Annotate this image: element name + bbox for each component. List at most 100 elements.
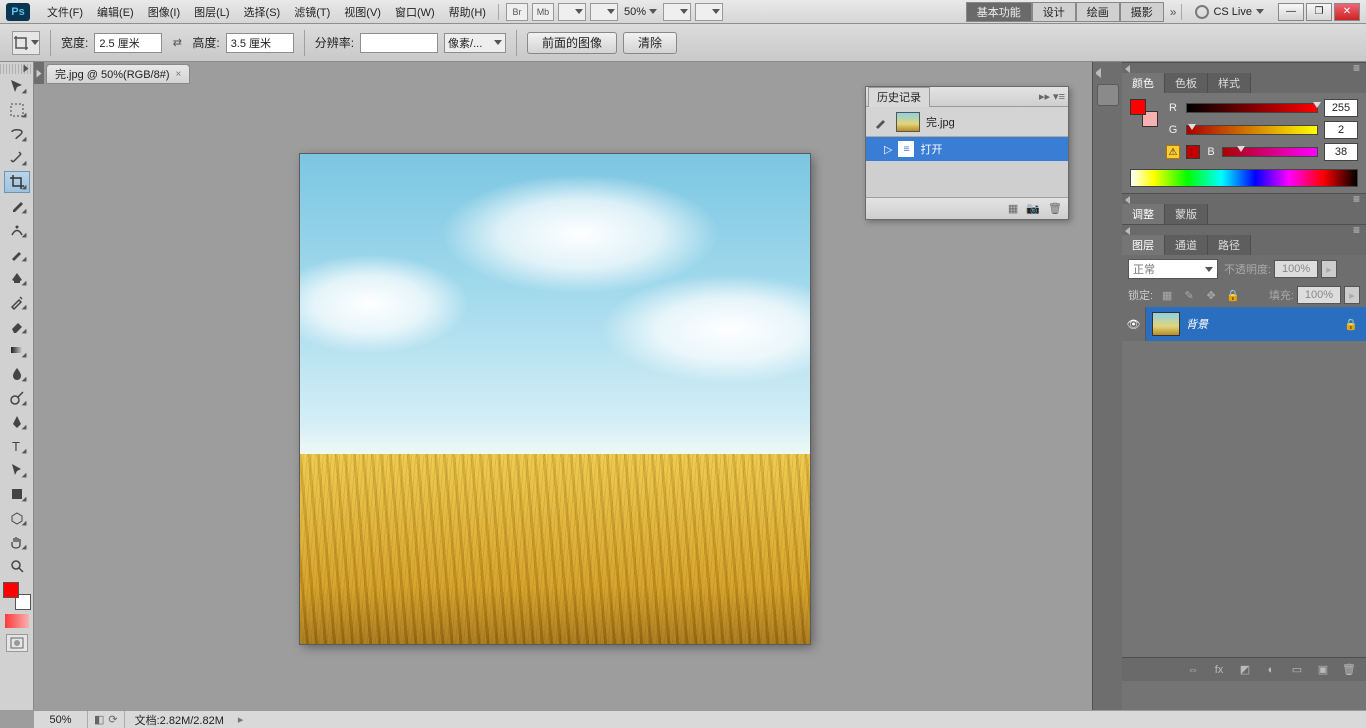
bridge-icon[interactable]: Br xyxy=(506,3,528,21)
window-minimize[interactable]: — xyxy=(1278,3,1304,21)
workspace-photography[interactable]: 摄影 xyxy=(1120,2,1164,22)
menu-image[interactable]: 图像(I) xyxy=(141,4,187,20)
document-tab-close[interactable]: × xyxy=(176,69,182,80)
cslive-button[interactable]: CS Live xyxy=(1195,5,1264,19)
healing-brush-tool[interactable] xyxy=(4,219,30,241)
shape-tool[interactable] xyxy=(4,483,30,505)
new-snapshot-icon[interactable]: 📷 xyxy=(1026,202,1040,215)
quick-mask-toggle[interactable] xyxy=(6,634,28,652)
crop-tool[interactable] xyxy=(4,171,30,193)
width-input[interactable]: 2.5 厘米 xyxy=(94,33,162,53)
gamut-warning-icon[interactable]: ⚠ xyxy=(1166,145,1180,159)
pen-tool[interactable] xyxy=(4,411,30,433)
lock-all-icon[interactable]: 🔒 xyxy=(1225,287,1241,303)
tab-channels[interactable]: 通道 xyxy=(1165,235,1208,255)
group-icon[interactable]: ▭ xyxy=(1288,662,1306,678)
document-tab[interactable]: 完.jpg @ 50%(RGB/8#) × xyxy=(46,64,190,84)
magic-wand-tool[interactable] xyxy=(4,147,30,169)
workspace-design[interactable]: 设计 xyxy=(1032,2,1076,22)
foreground-variant-swatch[interactable] xyxy=(5,614,29,628)
view-extras-dropdown[interactable] xyxy=(558,3,586,21)
tab-adjustments[interactable]: 调整 xyxy=(1122,204,1165,224)
resolution-input[interactable] xyxy=(360,33,438,53)
fill-flyout[interactable]: ▸ xyxy=(1344,286,1360,304)
mask-icon[interactable]: ◩ xyxy=(1236,662,1254,678)
collapsed-panel-icon[interactable] xyxy=(1097,84,1119,106)
adjustment-layer-icon[interactable]: ◐ xyxy=(1262,662,1280,678)
history-brush-tool[interactable] xyxy=(4,291,30,313)
front-image-button[interactable]: 前面的图像 xyxy=(527,32,617,54)
foreground-color-swatch[interactable] xyxy=(3,582,19,598)
dock-strip-expand[interactable] xyxy=(1093,68,1122,78)
layer-row[interactable]: 👁 背景 🔒 xyxy=(1122,307,1366,341)
blend-mode-select[interactable]: 正常 xyxy=(1128,259,1218,279)
opacity-flyout[interactable]: ▸ xyxy=(1321,260,1337,278)
gamut-swatch[interactable] xyxy=(1186,145,1200,159)
path-selection-tool[interactable] xyxy=(4,459,30,481)
move-tool[interactable] xyxy=(4,75,30,97)
status-zoom[interactable]: 50% xyxy=(34,711,88,728)
color-swatches[interactable] xyxy=(3,582,31,610)
spectrum-ramp[interactable] xyxy=(1130,169,1358,187)
window-maximize[interactable]: ❐ xyxy=(1306,3,1332,21)
status-arrow[interactable]: ▸ xyxy=(238,713,244,726)
type-tool[interactable]: T xyxy=(4,435,30,457)
zoom-level-dropdown[interactable]: 50% xyxy=(624,6,657,18)
menu-select[interactable]: 选择(S) xyxy=(237,4,288,20)
marquee-tool[interactable] xyxy=(4,99,30,121)
trash-icon[interactable]: 🗑 xyxy=(1340,662,1358,678)
panel-grip[interactable] xyxy=(1122,225,1366,235)
minibridge-icon[interactable]: Mb xyxy=(532,3,554,21)
menu-window[interactable]: 窗口(W) xyxy=(388,4,442,20)
workspace-more[interactable]: » xyxy=(1170,5,1177,19)
new-document-from-state-icon[interactable]: ▦ xyxy=(1008,202,1018,215)
tab-color[interactable]: 颜色 xyxy=(1122,73,1165,93)
menu-view[interactable]: 视图(V) xyxy=(337,4,388,20)
menu-filter[interactable]: 滤镜(T) xyxy=(287,4,337,20)
crop-tool-preset[interactable] xyxy=(12,31,40,55)
hand-tool[interactable] xyxy=(4,531,30,553)
arrange-docs-dropdown[interactable] xyxy=(663,3,691,21)
swap-dimensions[interactable]: ⇄ xyxy=(168,34,186,52)
panel-fg-swatch[interactable] xyxy=(1130,99,1146,115)
status-icon[interactable]: ◧ xyxy=(94,713,104,726)
panel-menu-icon[interactable]: ▾≡ xyxy=(1053,90,1065,103)
tab-layers[interactable]: 图层 xyxy=(1122,235,1165,255)
status-icon[interactable]: ⟳ xyxy=(108,713,117,726)
g-slider[interactable] xyxy=(1186,125,1318,135)
resolution-unit-select[interactable]: 像素/... xyxy=(444,33,506,53)
layer-thumbnail[interactable] xyxy=(1152,312,1180,336)
lock-pixels-icon[interactable]: ✎ xyxy=(1181,287,1197,303)
panel-grip[interactable] xyxy=(1122,194,1366,204)
tabs-expand[interactable] xyxy=(34,62,44,84)
menu-edit[interactable]: 编辑(E) xyxy=(90,4,141,20)
fx-icon[interactable]: fx xyxy=(1210,662,1228,678)
tab-swatches[interactable]: 色板 xyxy=(1165,73,1208,93)
clone-stamp-tool[interactable] xyxy=(4,267,30,289)
menu-file[interactable]: 文件(F) xyxy=(40,4,90,20)
b-value[interactable]: 38 xyxy=(1324,143,1358,161)
toolbox-expand[interactable] xyxy=(0,64,33,74)
zoom-tool[interactable] xyxy=(4,555,30,577)
3d-tool[interactable] xyxy=(4,507,30,529)
layer-visibility-toggle[interactable]: 👁 xyxy=(1122,307,1146,341)
eraser-tool[interactable] xyxy=(4,315,30,337)
layer-name[interactable]: 背景 xyxy=(1186,316,1344,332)
r-value[interactable]: 255 xyxy=(1324,99,1358,117)
lasso-tool[interactable] xyxy=(4,123,30,145)
workspace-essentials[interactable]: 基本功能 xyxy=(966,2,1032,22)
menu-layer[interactable]: 图层(L) xyxy=(187,4,236,20)
history-state-open[interactable]: ▷ ≡ 打开 xyxy=(866,137,1068,161)
brush-tool[interactable] xyxy=(4,243,30,265)
r-slider[interactable] xyxy=(1186,103,1318,113)
delete-state-icon[interactable]: 🗑 xyxy=(1048,202,1062,215)
eyedropper-tool[interactable] xyxy=(4,195,30,217)
tab-masks[interactable]: 蒙版 xyxy=(1165,204,1208,224)
canvas-image[interactable] xyxy=(300,154,810,644)
screen-mode-dropdown[interactable] xyxy=(590,3,618,21)
blur-tool[interactable] xyxy=(4,363,30,385)
fill-value[interactable]: 100% xyxy=(1297,286,1341,304)
lock-position-icon[interactable]: ✥ xyxy=(1203,287,1219,303)
status-doc-info[interactable]: 文档:2.82M/2.82M xyxy=(125,712,234,728)
dodge-tool[interactable] xyxy=(4,387,30,409)
